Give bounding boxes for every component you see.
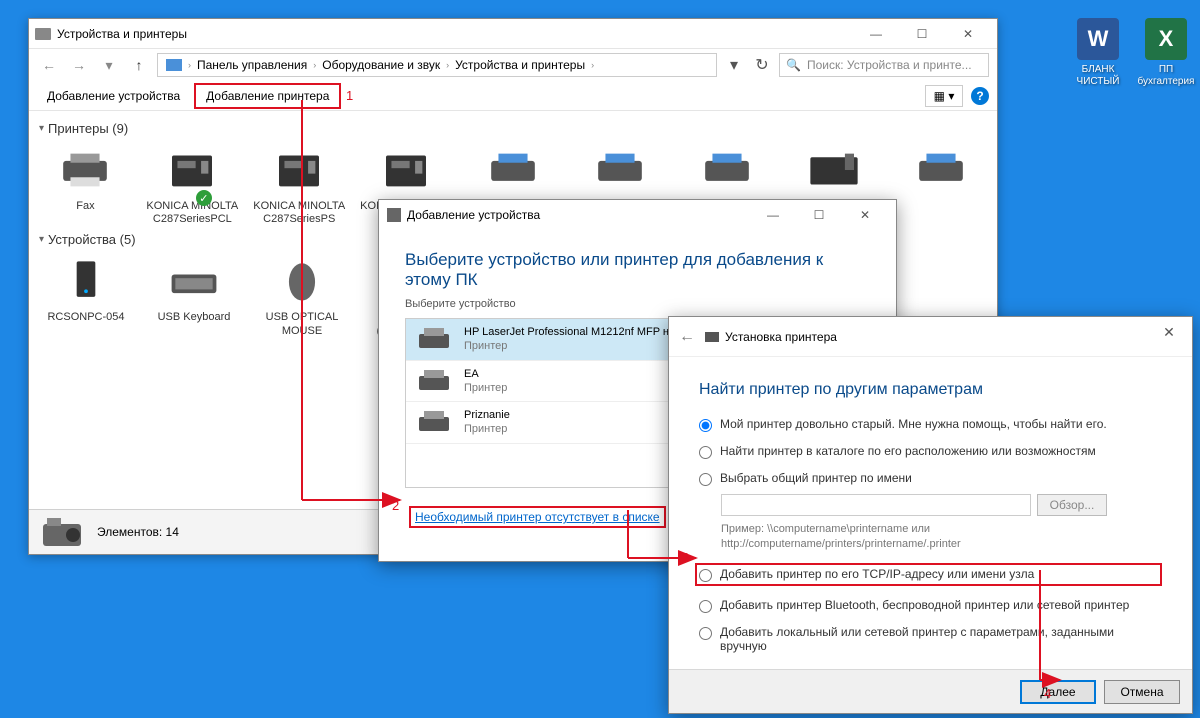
chevron-icon: › <box>446 60 449 70</box>
address-bar: ← → ▾ ↑ › Панель управления › Оборудован… <box>29 49 997 81</box>
dialog-titlebar[interactable]: Добавление устройства — ☐ ✕ <box>379 200 896 230</box>
cancel-button[interactable]: Отмена <box>1104 680 1180 704</box>
crumb-1[interactable]: Панель управления <box>193 58 311 72</box>
printer-icon <box>414 325 454 353</box>
printer-item[interactable] <box>894 144 987 226</box>
status-text: Элементов: 14 <box>97 525 179 539</box>
crumb-3[interactable]: Устройства и принтеры <box>451 58 589 72</box>
path-dropdown[interactable]: ▾ <box>723 53 745 77</box>
desktop-icon-label: ПП бухгалтерия <box>1132 64 1200 88</box>
example-text: Пример: \\computername\printername или h… <box>721 522 1162 553</box>
add-device-button[interactable]: Добавление устройства <box>37 85 190 107</box>
dialog-heading: Выберите устройство или принтер для доба… <box>405 250 870 290</box>
toolbar: Добавление устройства Добавление принтер… <box>29 81 997 111</box>
camera-icon <box>39 514 85 550</box>
breadcrumb[interactable]: › Панель управления › Оборудование и зву… <box>157 53 717 77</box>
history-dropdown[interactable]: ▾ <box>97 53 121 77</box>
desktop-icon-label: БЛАНК ЧИСТЫЙ <box>1064 64 1132 88</box>
close-button[interactable]: ✕ <box>842 200 888 230</box>
forward-button[interactable]: → <box>67 53 91 77</box>
close-button[interactable]: ✕ <box>945 19 991 49</box>
pc-icon <box>51 255 121 307</box>
printer-item-fax[interactable]: Fax <box>39 144 132 226</box>
radio-manual[interactable]: Добавить локальный или сетевой принтер с… <box>699 625 1162 653</box>
dialog-title: Добавление устройства <box>387 208 540 222</box>
help-button[interactable]: ? <box>971 87 989 105</box>
maximize-button[interactable]: ☐ <box>796 200 842 230</box>
search-icon: 🔍 <box>786 58 801 72</box>
desktop-icon-word[interactable]: W БЛАНК ЧИСТЫЙ <box>1064 18 1132 88</box>
dialog-subheading: Выберите устройство <box>405 298 870 310</box>
printer-icon <box>414 408 454 436</box>
dialog-footer: Далее Отмена <box>669 669 1192 713</box>
back-button[interactable]: ← <box>679 328 695 346</box>
next-button[interactable]: Далее <box>1020 680 1096 704</box>
up-button[interactable]: ↑ <box>127 53 151 77</box>
chevron-icon: › <box>188 60 191 70</box>
chevron-icon: › <box>313 60 316 70</box>
printer-icon <box>705 330 719 344</box>
dialog-heading: Найти принтер по другим параметрам <box>699 381 1162 399</box>
minimize-button[interactable]: — <box>750 200 796 230</box>
dialog-header: ← Установка принтера <box>669 317 1192 357</box>
dialog-title: Установка принтера <box>705 330 837 344</box>
printer-path-input[interactable] <box>721 494 1031 516</box>
excel-file-icon: X <box>1145 18 1187 60</box>
maximize-button[interactable]: ☐ <box>899 19 945 49</box>
word-file-icon: W <box>1077 18 1119 60</box>
radio-shared-name[interactable]: Выбрать общий принтер по имени <box>699 471 1162 486</box>
window-title: Устройства и принтеры <box>57 27 853 41</box>
add-printer-button[interactable]: Добавление принтера <box>194 83 341 109</box>
radio-tcpip[interactable]: Добавить принтер по его TCP/IP-адресу ил… <box>695 563 1162 586</box>
back-button[interactable]: ← <box>37 53 61 77</box>
mouse-icon <box>267 255 337 307</box>
printer-icon <box>414 367 454 395</box>
search-placeholder: Поиск: Устройства и принте... <box>807 58 972 72</box>
radio-bluetooth[interactable]: Добавить принтер Bluetooth, беспроводной… <box>699 598 1162 613</box>
printer-item[interactable]: KONICA MINOLTA C287SeriesPS <box>253 144 346 226</box>
check-badge-icon: ✓ <box>196 190 212 206</box>
device-item-mouse[interactable]: USB OPTICAL MOUSE <box>255 255 349 351</box>
crumb-2[interactable]: Оборудование и звук <box>318 58 444 72</box>
printer-item[interactable]: ✓ KONICA MINOLTA C287SeriesPCL <box>146 144 239 226</box>
chevron-icon: › <box>591 60 594 70</box>
mfp-icon <box>371 144 441 196</box>
radio-catalog[interactable]: Найти принтер в каталоге по его располож… <box>699 444 1162 459</box>
printer-not-listed-link[interactable]: Необходимый принтер отсутствует в списке <box>409 506 666 528</box>
device-icon <box>387 208 401 222</box>
chevron-down-icon: ▾ <box>39 123 44 134</box>
mfp-icon <box>157 144 227 196</box>
printers-section-header[interactable]: ▾ Принтеры (9) <box>39 121 987 136</box>
devices-icon <box>35 26 51 42</box>
control-panel-icon <box>166 57 182 73</box>
titlebar[interactable]: Устройства и принтеры — ☐ ✕ <box>29 19 997 49</box>
device-item-pc[interactable]: RCSONPC-054 <box>39 255 133 351</box>
mfp-icon <box>264 144 334 196</box>
search-input[interactable]: 🔍 Поиск: Устройства и принте... <box>779 53 989 77</box>
browse-button[interactable]: Обзор... <box>1037 494 1107 516</box>
install-printer-dialog: ✕ ← Установка принтера Найти принтер по … <box>668 316 1193 714</box>
chevron-down-icon: ▾ <box>39 234 44 245</box>
view-toggle[interactable]: ▦ ▾ <box>925 85 963 107</box>
desktop-icon-excel[interactable]: X ПП бухгалтерия <box>1132 18 1200 88</box>
radio-old-printer[interactable]: Мой принтер довольно старый. Мне нужна п… <box>699 417 1162 432</box>
keyboard-icon <box>159 255 229 307</box>
fax-icon <box>50 144 120 196</box>
close-button[interactable]: ✕ <box>1146 317 1192 347</box>
device-item-keyboard[interactable]: USB Keyboard <box>147 255 241 351</box>
minimize-button[interactable]: — <box>853 19 899 49</box>
refresh-button[interactable]: ↻ <box>751 53 773 77</box>
